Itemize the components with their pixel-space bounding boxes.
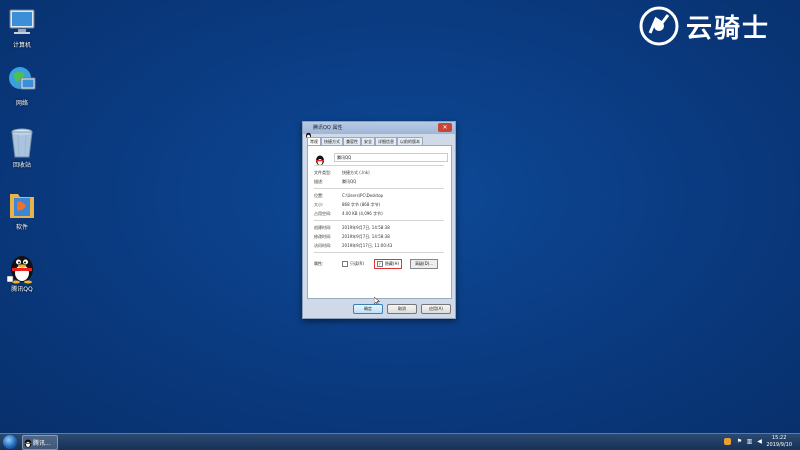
apply-button[interactable]: 应用(A): [421, 304, 451, 314]
qq-small-icon: [305, 124, 312, 139]
desktop-icon-qq[interactable]: 腾讯QQ: [0, 250, 44, 294]
tab-previous-versions[interactable]: 以前的版本: [397, 137, 423, 145]
network-globe-icon: [5, 64, 39, 98]
row-value: 4.00 KB (4,096 字节): [342, 211, 383, 216]
row-key: 大小:: [314, 202, 324, 207]
desktop-icon-label: 腾讯QQ: [11, 286, 33, 293]
general-panel: 腾讯QQ 文件类型: 快捷方式 (.lnk) 描述: 腾讯QQ 位置: C:\User…: [307, 145, 452, 306]
readonly-checkbox[interactable]: 只读(R): [342, 261, 364, 267]
tab-details[interactable]: 详细信息: [375, 137, 397, 145]
dialog-title: 腾讯QQ 属性: [313, 125, 343, 131]
row-size-on-disk: 占用空间: 4.00 KB (4,096 字节): [314, 211, 383, 217]
row-key: 位置:: [314, 193, 324, 198]
divider: [314, 252, 444, 253]
desktop-icon-network[interactable]: 网络: [0, 64, 44, 108]
file-qq-icon: [314, 151, 326, 170]
desktop-icon-label: 回收站: [12, 162, 31, 169]
tab-strip: 常规 快捷方式 兼容性 安全 详细信息 以前的版本: [307, 137, 423, 145]
divider: [314, 188, 444, 189]
row-value: C:\Users\PC\Desktop: [342, 193, 384, 198]
desktop: 计算机 网络 回收站 软件 腾讯QQ 云骑士 腾讯QQ 属性 ✕ 常规 快捷方式…: [0, 0, 800, 433]
qq-penguin-icon: [5, 250, 39, 284]
checkmark-icon: ✓: [376, 261, 383, 267]
advanced-button[interactable]: 高级(D)...: [410, 259, 439, 269]
row-accessed: 访问时间: 2019年9月17日, 11:00:43: [314, 243, 392, 249]
desktop-icon-software[interactable]: 软件: [0, 188, 44, 232]
desktop-icon-computer[interactable]: 计算机: [0, 6, 44, 50]
clock[interactable]: 15:22 2019/9/10: [766, 435, 792, 449]
qq-taskbar-icon: [24, 439, 32, 447]
row-key: 文件类型:: [314, 170, 332, 175]
tab-general[interactable]: 常规: [307, 137, 321, 145]
computer-icon: [5, 6, 39, 40]
brand-logo: 云骑士: [638, 4, 778, 48]
divider: [314, 165, 444, 166]
properties-dialog: 腾讯QQ 属性 ✕ 常规 快捷方式 兼容性 安全 详细信息 以前的版本 腾讯QQ…: [302, 121, 456, 319]
name-field[interactable]: 腾讯QQ: [334, 153, 448, 162]
divider: [314, 220, 444, 221]
row-key: 访问时间:: [314, 243, 332, 248]
tray-app-icon[interactable]: [724, 438, 731, 445]
row-value: 腾讯QQ: [342, 179, 357, 184]
cancel-button[interactable]: 取消: [387, 304, 417, 314]
knight-logo-icon: [639, 6, 679, 46]
desktop-icon-label: 计算机: [12, 42, 31, 49]
row-value: 868 字节 (868 字节): [342, 202, 381, 207]
row-value: 快捷方式 (.lnk): [342, 170, 370, 175]
tab-shortcut[interactable]: 快捷方式: [321, 137, 343, 145]
row-modified: 修改时间: 2019年9月7日, 14:58:38: [314, 234, 390, 240]
row-key: 描述:: [314, 179, 324, 184]
row-file-type: 文件类型: 快捷方式 (.lnk): [314, 170, 370, 176]
tray-network-icon[interactable]: ▥: [746, 438, 753, 445]
row-description: 描述: 腾讯QQ: [314, 179, 356, 185]
dialog-titlebar[interactable]: 腾讯QQ 属性 ✕: [303, 122, 455, 139]
row-key: 创建时间:: [314, 225, 332, 230]
row-value: 2019年9月7日, 14:58:38: [342, 225, 390, 230]
row-key: 修改时间:: [314, 234, 332, 239]
attributes-label: 属性:: [314, 261, 324, 266]
logo-text: 云骑士: [686, 13, 771, 44]
row-location: 位置: C:\Users\PC\Desktop: [314, 193, 383, 199]
ok-button[interactable]: 确定: [353, 304, 383, 314]
row-created: 创建时间: 2019年9月7日, 14:58:38: [314, 225, 390, 231]
row-key: 占用空间:: [314, 211, 332, 216]
row-value: 2019年9月17日, 11:00:43: [342, 243, 393, 248]
close-icon: ✕: [442, 124, 448, 131]
start-button[interactable]: [3, 435, 17, 449]
row-value: 2019年9月7日, 14:58:38: [342, 234, 390, 239]
close-button[interactable]: ✕: [438, 123, 452, 132]
attributes-row: 属性: 只读(R) ✓ 隐藏(H) 高级(D)...: [314, 259, 448, 269]
task-label: 腾讯...: [33, 440, 51, 447]
tab-security[interactable]: 安全: [361, 137, 375, 145]
checkbox-box: [342, 261, 348, 267]
clock-date: 2019/9/10: [766, 442, 792, 448]
taskbar: 腾讯... ⚑ ▥ ◀ 15:22 2019/9/10: [0, 433, 800, 450]
desktop-icon-label: 网络: [15, 100, 28, 107]
folder-icon: [5, 188, 39, 222]
row-size: 大小: 868 字节 (868 字节): [314, 202, 380, 208]
desktop-icon-label: 软件: [15, 224, 28, 231]
recycle-bin-icon: [5, 126, 39, 160]
clock-time: 15:22: [771, 435, 787, 441]
desktop-icon-recycle-bin[interactable]: 回收站: [0, 126, 44, 170]
hidden-checkbox[interactable]: ✓ 隐藏(H): [373, 259, 403, 269]
tray-volume-icon[interactable]: ◀: [756, 438, 763, 445]
taskbar-item-qq[interactable]: 腾讯...: [22, 435, 58, 450]
tray-flag-icon[interactable]: ⚑: [736, 438, 743, 445]
readonly-label: 只读(R): [350, 261, 364, 266]
tab-compatibility[interactable]: 兼容性: [343, 137, 361, 145]
hidden-label: 隐藏(H): [384, 261, 400, 266]
